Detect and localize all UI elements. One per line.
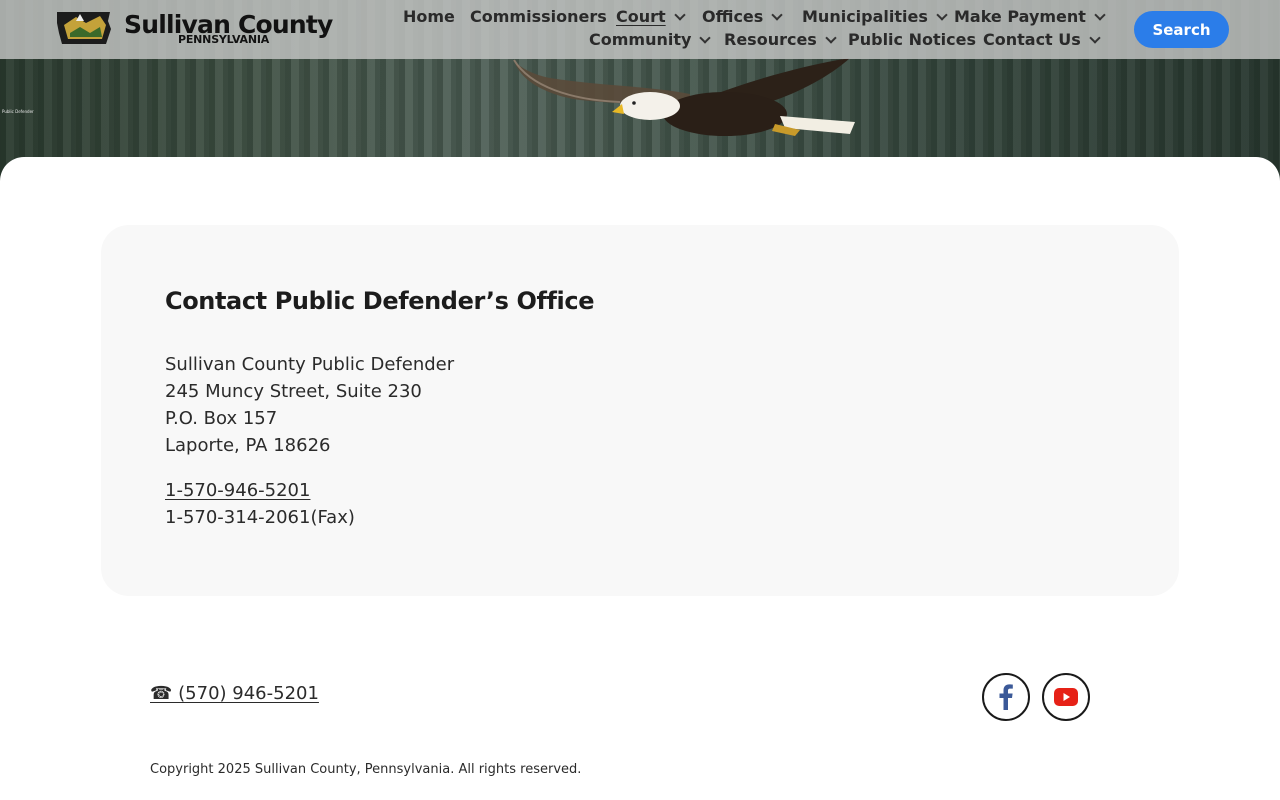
- contact-card: Contact Public Defender’s Office Sulliva…: [101, 225, 1179, 596]
- bald-eagle-image: [513, 58, 855, 136]
- fax-number: 1-570-314-2061(Fax): [165, 507, 355, 528]
- address-line: 245 Muncy Street, Suite 230: [165, 381, 422, 402]
- nav-community[interactable]: Community: [589, 29, 712, 51]
- nav-label: Make Payment: [954, 7, 1086, 26]
- chevron-down-icon: [674, 8, 686, 21]
- nav-home[interactable]: Home: [403, 6, 455, 28]
- footer-phone-link[interactable]: ☎ (570) 946-5201: [150, 683, 319, 704]
- site-header: Sullivan County PENNSYLVANIA Home Commis…: [0, 0, 1280, 59]
- search-button[interactable]: Search: [1134, 11, 1229, 48]
- nav-label: Resources: [724, 30, 817, 49]
- chevron-down-icon: [825, 31, 837, 44]
- youtube-button[interactable]: [1042, 673, 1090, 721]
- nav-public-notices[interactable]: Public Notices: [848, 29, 976, 51]
- nav-commissioners[interactable]: Commissioners: [470, 6, 607, 28]
- chevron-down-icon: [1094, 8, 1106, 21]
- address-line: P.O. Box 157: [165, 408, 278, 429]
- facebook-icon: [999, 684, 1013, 710]
- nav-label: Community: [589, 30, 692, 49]
- nav-resources[interactable]: Resources: [724, 29, 837, 51]
- chevron-down-icon: [1089, 31, 1101, 44]
- copyright-text: Copyright 2025 Sullivan County, Pennsylv…: [150, 762, 582, 777]
- nav-municipalities[interactable]: Municipalities: [802, 6, 948, 28]
- address-line: Laporte, PA 18626: [165, 435, 331, 456]
- chevron-down-icon: [936, 8, 948, 21]
- nav-label: Municipalities: [802, 7, 928, 26]
- nav-label: Contact Us: [983, 30, 1081, 49]
- nav-contact-us[interactable]: Contact Us: [983, 29, 1101, 51]
- nav-offices[interactable]: Offices: [702, 6, 783, 28]
- address-line: Sullivan County Public Defender: [165, 354, 455, 375]
- county-logo[interactable]: [56, 11, 112, 45]
- facebook-button[interactable]: [982, 673, 1030, 721]
- chevron-down-icon: [771, 8, 783, 21]
- chevron-down-icon: [699, 31, 712, 44]
- hero-caption: Public Defender: [2, 109, 34, 114]
- nav-label: Offices: [702, 7, 764, 26]
- nav-label: Home: [403, 7, 455, 26]
- nav-court[interactable]: Court: [616, 6, 686, 28]
- phone-link[interactable]: 1-570-946-5201: [165, 477, 310, 504]
- address-block: Sullivan County Public Defender 245 Munc…: [165, 351, 454, 459]
- card-title: Contact Public Defender’s Office: [165, 287, 595, 315]
- nav-label: Commissioners: [470, 7, 607, 26]
- youtube-icon: [1054, 688, 1078, 706]
- nav-label: Court: [616, 7, 666, 26]
- nav-make-payment[interactable]: Make Payment: [954, 6, 1106, 28]
- nav-label: Public Notices: [848, 30, 976, 49]
- brand-subtitle: PENNSYLVANIA: [178, 33, 270, 46]
